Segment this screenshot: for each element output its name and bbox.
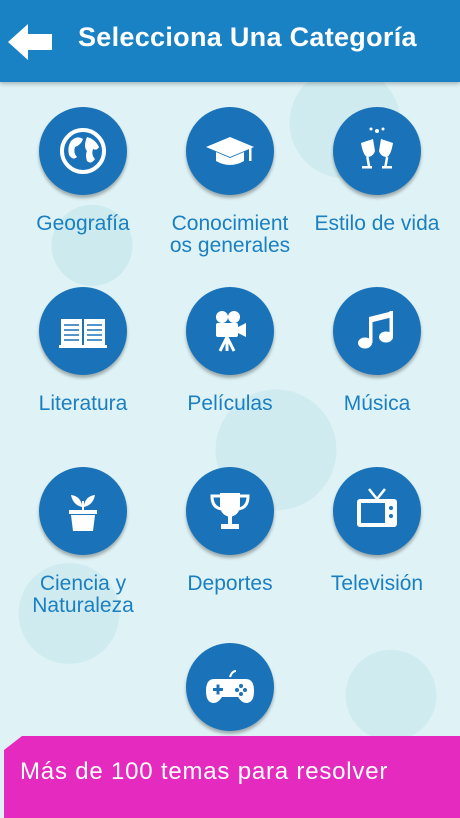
category-deportes[interactable]: Deportes — [156, 467, 304, 595]
music-note-icon — [358, 311, 393, 349]
category-label: Películas — [187, 392, 273, 415]
category-label: Literatura — [38, 392, 128, 415]
book-icon — [59, 319, 107, 348]
category-label: Conocimient os generales — [169, 212, 291, 257]
wine-glasses-icon — [361, 127, 393, 169]
category-circle — [333, 107, 421, 195]
category-circle — [333, 287, 421, 375]
category-circle — [39, 287, 127, 375]
page-title: Selecciona Una Categoría — [78, 22, 417, 52]
category-label: Música — [343, 392, 411, 415]
graduation-cap-icon — [206, 137, 254, 165]
category-label: Ciencia y Naturaleza — [32, 572, 134, 617]
back-button[interactable] — [8, 24, 54, 60]
category-peliculas[interactable]: Películas — [156, 287, 304, 415]
category-conocimientos-generales[interactable]: Conocimient os generales — [156, 107, 304, 257]
plant-pot-icon — [69, 495, 97, 531]
category-circle — [39, 467, 127, 555]
movie-camera-icon — [216, 311, 246, 352]
category-ciencia-y-naturaleza[interactable]: Ciencia y Naturaleza — [9, 467, 157, 617]
category-circle — [186, 467, 274, 555]
category-label: Deportes — [187, 572, 273, 595]
category-circle — [333, 467, 421, 555]
category-television[interactable]: Televisión — [303, 467, 451, 595]
trophy-icon — [210, 493, 250, 529]
gamepad-icon — [206, 670, 254, 703]
promo-banner-text: Más de 100 temas para resolver — [20, 758, 389, 785]
category-label: Estilo de vida — [314, 212, 440, 235]
television-icon — [357, 488, 397, 527]
arrow-left-icon — [8, 24, 52, 60]
category-geografia[interactable]: Geografía — [9, 107, 157, 235]
category-literatura[interactable]: Literatura — [9, 287, 157, 415]
category-circle — [186, 287, 274, 375]
category-circle — [186, 643, 274, 731]
globe-icon — [60, 128, 106, 174]
category-label: Geografía — [36, 212, 130, 235]
category-label: Televisión — [330, 572, 424, 595]
category-circle — [39, 107, 127, 195]
category-estilo-de-vida[interactable]: Estilo de vida — [303, 107, 451, 235]
category-juegos[interactable] — [156, 643, 304, 731]
header-bar: Selecciona Una Categoría — [0, 0, 460, 82]
category-circle — [186, 107, 274, 195]
category-musica[interactable]: Música — [303, 287, 451, 415]
